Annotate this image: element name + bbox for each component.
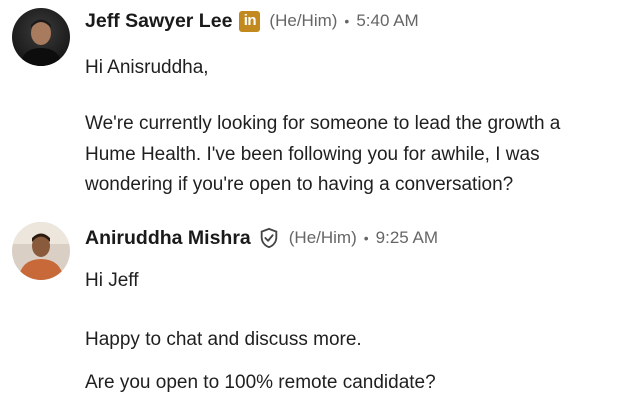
message-line: Hi Anisruddha, [85,57,209,78]
message-header: Aniruddha Mishra (He/Him) • 9:25 AM [85,226,438,250]
message-line: Are you open to 100% remote candidate? [85,372,436,393]
timestamp: 5:40 AM [356,11,419,30]
sender-name[interactable]: Aniruddha Mishra [85,226,251,250]
separator-dot: • [344,13,350,29]
separator-dot: • [363,230,369,246]
message-line: wondering if you're open to having a con… [85,174,514,195]
message-jeff: Jeff Sawyer Lee in (He/Him) • 5:40 AM Hi… [0,0,634,205]
linkedin-premium-icon: in [239,10,261,32]
avatar-jeff[interactable] [12,8,70,66]
sender-name[interactable]: Jeff Sawyer Lee [85,9,232,33]
message-line: We're currently looking for someone to l… [85,113,561,134]
timestamp: 9:25 AM [375,228,439,247]
message-aniruddha: Aniruddha Mishra (He/Him) • 9:25 AM Hi J… [0,205,634,406]
verified-shield-icon [260,227,278,249]
message-line: Hi Jeff [85,270,139,291]
avatar-aniruddha[interactable] [12,222,70,280]
message-line: Hume Health. I've been following you for… [85,144,540,165]
pronouns: (He/Him) [288,228,357,247]
pronouns: (He/Him) [269,11,338,30]
message-header: Jeff Sawyer Lee in (He/Him) • 5:40 AM [85,9,419,33]
message-line: Happy to chat and discuss more. [85,329,362,350]
